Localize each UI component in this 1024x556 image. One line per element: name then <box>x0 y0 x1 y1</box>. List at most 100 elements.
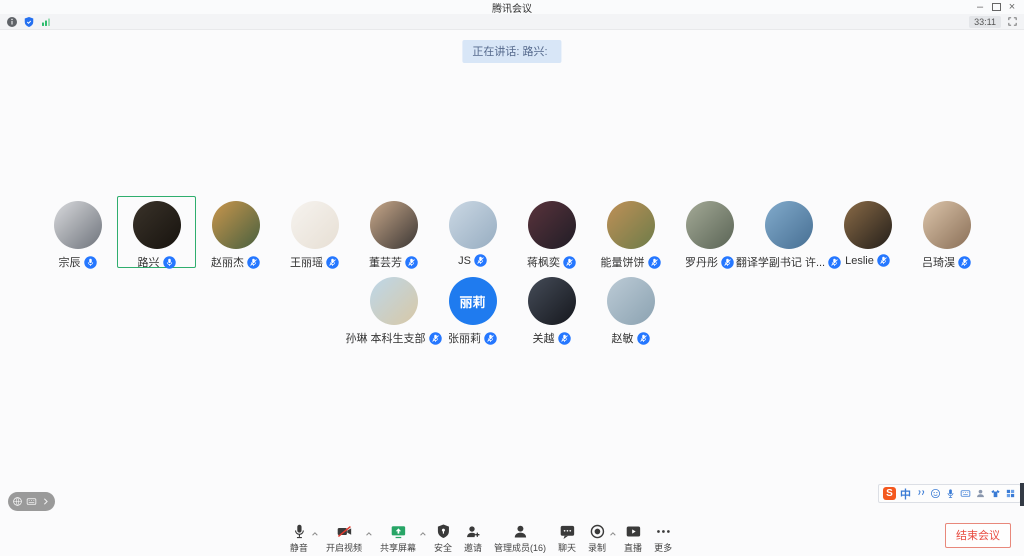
participant-name: 宗辰 <box>59 254 81 270</box>
more-icon <box>655 522 672 540</box>
toolbar-item-camera-off[interactable]: 开启视频 <box>320 522 368 554</box>
skin-icon[interactable] <box>990 488 1001 499</box>
caret-up-icon[interactable] <box>310 530 320 538</box>
participant-name: 关越 <box>533 330 555 346</box>
mic-status-icon <box>721 256 734 269</box>
participant-avatar <box>765 201 813 249</box>
toolbar-item-members[interactable]: 管理成员(16) <box>488 522 552 554</box>
participant-avatar <box>528 277 576 325</box>
mic-status-icon <box>247 256 260 269</box>
participant-tile[interactable]: Leslie <box>828 196 907 268</box>
participant-name: 赵敏 <box>612 330 634 346</box>
toolbar-item-label: 管理成员(16) <box>494 541 546 554</box>
minimize-button[interactable]: – <box>972 0 988 14</box>
participant-row-1: 宗辰 路兴 <box>0 196 1024 268</box>
toolbar-item-more[interactable]: 更多 <box>648 522 678 554</box>
bottom-toolbar: 静音 开启视频 共享屏幕 安全 邀请 管理成员(16) 聊天 录制 直播 更多 … <box>0 520 1024 556</box>
floating-widget-pill[interactable] <box>8 492 55 511</box>
ime-toolbar[interactable]: S 中 <box>878 484 1021 503</box>
caret-up-icon[interactable] <box>364 530 374 538</box>
mic-status-icon <box>474 254 487 267</box>
participant-avatar <box>844 201 892 249</box>
mic-status-icon <box>558 332 571 345</box>
restore-button[interactable] <box>988 0 1004 14</box>
voice-icon[interactable] <box>945 488 956 499</box>
caret-up-icon[interactable] <box>418 530 428 538</box>
toolbar-item-label: 直播 <box>624 541 642 554</box>
participant-tile[interactable]: 董芸芳 <box>354 196 433 268</box>
participant-tile[interactable]: 孙琳 本科生支部 <box>354 272 433 344</box>
emoji-icon[interactable] <box>930 488 941 499</box>
mic-status-icon <box>84 256 97 269</box>
members-icon <box>512 522 529 540</box>
fullscreen-icon[interactable] <box>1007 16 1018 27</box>
participant-name-row: 关越 <box>533 330 571 346</box>
participant-name-row: 董芸芳 <box>369 254 418 270</box>
participant-name-row: 王丽瑶 <box>290 254 339 270</box>
security-shield-icon[interactable] <box>23 16 35 28</box>
participant-tile[interactable]: 蒋枫奕 <box>512 196 591 268</box>
participant-avatar <box>370 201 418 249</box>
participant-name: JS <box>458 255 471 267</box>
toolbar-item-label: 开启视频 <box>326 541 362 554</box>
shield-icon <box>434 522 451 540</box>
ime-language-toggle[interactable]: 中 <box>900 486 911 502</box>
participant-name-row: 能量饼饼 <box>601 254 661 270</box>
participant-tile[interactable]: 翻译学副书记 许... <box>749 196 828 268</box>
participant-tile[interactable]: 丽莉 张丽莉 <box>433 272 512 344</box>
toolbar-item-screen-share[interactable]: 共享屏幕 <box>374 522 422 554</box>
participant-tile[interactable]: 赵敏 <box>591 272 670 344</box>
participant-name-row: 孙琳 本科生支部 <box>345 330 441 346</box>
participant-name-row: 吕琦淏 <box>922 254 971 270</box>
participant-tile[interactable]: JS <box>433 196 512 268</box>
participant-name-row: 赵敏 <box>612 330 650 346</box>
toolbar-item-live[interactable]: 直播 <box>618 522 648 554</box>
participant-name: 赵丽杰 <box>211 254 244 270</box>
window-title: 腾讯会议 <box>492 0 532 15</box>
participant-tile[interactable]: 路兴 <box>117 196 196 268</box>
mic-status-icon <box>958 256 971 269</box>
participant-avatar <box>923 201 971 249</box>
toolbar-item-shield[interactable]: 安全 <box>428 522 458 554</box>
screen-edge-bar <box>1020 483 1024 506</box>
caret-up-icon[interactable] <box>608 530 618 538</box>
punctuation-icon[interactable] <box>915 488 926 499</box>
end-meeting-button[interactable]: 结束会议 <box>945 523 1011 548</box>
toolbar-item-label: 邀请 <box>464 541 482 554</box>
participant-name: 蒋枫奕 <box>527 254 560 270</box>
toolbar-item-label: 聊天 <box>558 541 576 554</box>
participant-row-2: 孙琳 本科生支部 丽莉 张丽莉 <box>0 272 1024 344</box>
toolbar-item-record[interactable]: 录制 <box>582 522 612 554</box>
participant-tile[interactable]: 赵丽杰 <box>196 196 275 268</box>
participant-avatar <box>607 277 655 325</box>
keyboard-icon[interactable] <box>960 488 971 499</box>
participant-tile[interactable]: 关越 <box>512 272 591 344</box>
mic-status-icon <box>637 332 650 345</box>
mic-status-icon <box>326 256 339 269</box>
participant-tile[interactable]: 王丽瑶 <box>275 196 354 268</box>
participant-name-row: 张丽莉 <box>448 330 497 346</box>
participant-tile[interactable]: 宗辰 <box>38 196 117 268</box>
mic-status-icon <box>405 256 418 269</box>
mic-status-icon <box>563 256 576 269</box>
toolbar-item-mic[interactable]: 静音 <box>284 522 314 554</box>
toolbox-icon[interactable] <box>1005 488 1016 499</box>
participant-tile[interactable]: 吕琦淏 <box>907 196 986 268</box>
close-button[interactable]: × <box>1004 0 1020 14</box>
sogou-logo-icon[interactable]: S <box>883 487 896 500</box>
toolbar-item-chat[interactable]: 聊天 <box>552 522 582 554</box>
toolbar-group: 静音 开启视频 共享屏幕 安全 邀请 管理成员(16) 聊天 录制 直播 更多 <box>284 522 678 554</box>
info-icon[interactable] <box>6 16 18 28</box>
invite-icon <box>464 522 481 540</box>
video-stage: 正在讲话: 路兴: 宗辰 路兴 <box>0 30 1024 520</box>
camera-off-icon <box>335 522 352 540</box>
participant-name: 路兴 <box>138 254 160 270</box>
participant-name: 吕琦淏 <box>922 254 955 270</box>
toolbar-item-invite[interactable]: 邀请 <box>458 522 488 554</box>
participant-avatar <box>607 201 655 249</box>
participant-name-row: 蒋枫奕 <box>527 254 576 270</box>
participant-name-row: JS <box>458 254 487 267</box>
handwriting-icon[interactable] <box>975 488 986 499</box>
participant-tile[interactable]: 能量饼饼 <box>591 196 670 268</box>
network-signal-icon[interactable] <box>40 16 52 28</box>
